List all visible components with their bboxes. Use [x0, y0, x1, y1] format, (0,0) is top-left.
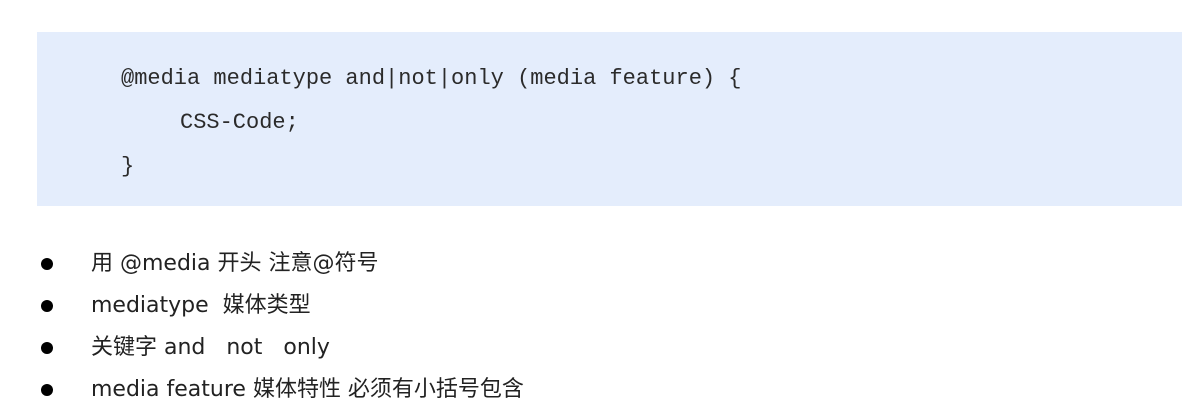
list-item-text: 关键字 and not only	[91, 335, 330, 360]
list-item: mediatype 媒体类型	[0, 290, 1196, 322]
list-item: media feature 媒体特性 必须有小括号包含	[0, 374, 1196, 406]
bullet-dot-icon	[41, 258, 53, 270]
list-item: 关键字 and not only	[0, 332, 1196, 364]
list-item: 用 @media 开头 注意@符号	[0, 248, 1196, 280]
list-item-text: media feature 媒体特性 必须有小括号包含	[91, 377, 524, 402]
bullet-dot-icon	[41, 384, 53, 396]
list-item-text: mediatype 媒体类型	[91, 293, 311, 318]
bullet-list: 用 @media 开头 注意@符号 mediatype 媒体类型 关键字 and…	[0, 0, 1196, 414]
bullet-dot-icon	[41, 342, 53, 354]
list-item-text: 用 @media 开头 注意@符号	[91, 251, 379, 276]
bullet-dot-icon	[41, 300, 53, 312]
